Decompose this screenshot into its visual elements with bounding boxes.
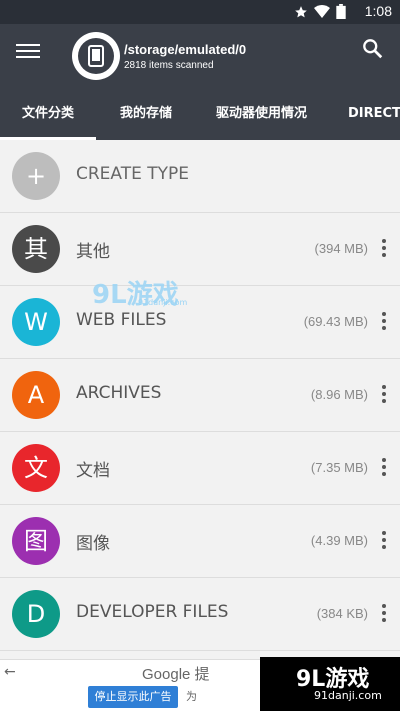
category-label: DEVELOPER FILES [76, 602, 229, 622]
list-item[interactable]: 其 其他 (394 MB) [0, 213, 400, 286]
category-size: (7.35 MB) [310, 460, 368, 475]
category-label: 其他 [76, 242, 110, 262]
phone-icon [78, 38, 114, 74]
star-icon [295, 5, 307, 17]
stop-ad-button[interactable]: 停止显示此广告 [88, 686, 178, 708]
category-size: (4.39 MB) [310, 533, 368, 548]
watermark-url: 91danji.com [138, 298, 188, 307]
status-bar: 1:08 [0, 0, 400, 24]
category-icon: 文 [12, 444, 60, 492]
list-item[interactable]: 图 图像 (4.39 MB) [0, 505, 400, 578]
storage-path: /storage/emulated/0 [124, 42, 247, 57]
app-bar: /storage/emulated/0 2818 items scanned [0, 24, 400, 88]
category-label: WEB FILES [76, 310, 167, 330]
category-size: (8.96 MB) [310, 387, 368, 402]
search-icon[interactable] [362, 38, 384, 60]
category-icon: 图 [12, 517, 60, 565]
category-icon: W [12, 298, 60, 346]
create-type-label: CREATE TYPE [76, 164, 190, 184]
list-item[interactable]: D DEVELOPER FILES (384 KB) [0, 578, 400, 651]
category-icon: A [12, 371, 60, 419]
storage-avatar[interactable] [72, 32, 120, 80]
status-icons [294, 4, 346, 19]
category-label: 文档 [76, 461, 110, 481]
more-vert-icon[interactable] [382, 239, 388, 259]
more-vert-icon[interactable] [382, 531, 388, 551]
status-time: 1:08 [364, 3, 392, 19]
category-size: (394 MB) [314, 241, 368, 256]
category-size: (69.43 MB) [303, 314, 368, 329]
plus-icon: + [12, 152, 60, 200]
scan-count: 2818 items scanned [124, 60, 214, 71]
create-type-row[interactable]: + CREATE TYPE [0, 140, 400, 213]
category-icon: D [12, 590, 60, 638]
tab-my-storage[interactable]: 我的存储 [120, 88, 172, 140]
list-item[interactable]: A ARCHIVES (8.96 MB) [0, 359, 400, 432]
more-vert-icon[interactable] [382, 312, 388, 332]
more-vert-icon[interactable] [382, 385, 388, 405]
tab-file-category[interactable]: 文件分类 [0, 88, 96, 140]
menu-icon[interactable] [16, 40, 40, 64]
brand-watermark: 9L游戏 91danji.com [260, 657, 400, 711]
category-label: 图像 [76, 534, 110, 554]
more-vert-icon[interactable] [382, 458, 388, 478]
battery-icon [336, 4, 346, 19]
brand-url: 91danji.com [314, 689, 382, 702]
tab-bar: 文件分类 我的存储 驱动器使用情况 DIRECTOR [0, 88, 400, 140]
category-label: ARCHIVES [76, 383, 162, 403]
tab-directory[interactable]: DIRECTOR [348, 88, 400, 140]
category-size: (384 KB) [316, 606, 368, 621]
category-icon: 其 [12, 225, 60, 273]
list-item[interactable]: W WEB FILES (69.43 MB) [0, 286, 400, 359]
wifi-icon [314, 4, 330, 18]
ad-why-link[interactable]: 为 [186, 688, 197, 704]
back-arrow-icon[interactable]: ← [4, 664, 16, 680]
ad-google-text: Google 提 [142, 666, 210, 683]
category-list: + CREATE TYPE 其 其他 (394 MB) W WEB FILES … [0, 140, 400, 651]
list-item[interactable]: 文 文档 (7.35 MB) [0, 432, 400, 505]
more-vert-icon[interactable] [382, 604, 388, 624]
tab-drive-usage[interactable]: 驱动器使用情况 [216, 88, 307, 140]
